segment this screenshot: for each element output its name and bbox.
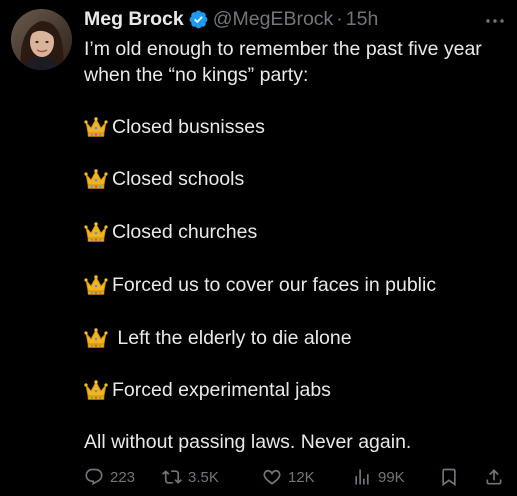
separator-dot: · (336, 8, 343, 30)
list-item-text: Forced us to cover our faces in public (112, 274, 437, 296)
action-bar: 223 3.5K 12K 99K (84, 465, 510, 489)
views-chart-icon (355, 469, 369, 485)
bookmark-button[interactable] (439, 465, 459, 489)
tweet-intro: I’m old enough to remember the past five… (84, 36, 482, 88)
list-item: Closed busnisses (84, 113, 265, 141)
like-button[interactable]: 12K (262, 465, 315, 489)
tweet: Meg Brock @MegEBrock · 15h I’m old enoug… (0, 0, 517, 496)
verified-badge-icon[interactable] (188, 9, 209, 30)
view-count: 99K (378, 468, 405, 486)
crown-icon (84, 327, 108, 349)
display-name[interactable]: Meg Brock (84, 6, 184, 32)
reply-count: 223 (110, 468, 136, 486)
reply-button[interactable]: 223 (84, 465, 135, 489)
reply-icon (85, 468, 103, 486)
views-button[interactable]: 99K (352, 465, 405, 489)
crown-icon (84, 168, 108, 190)
avatar[interactable] (11, 9, 72, 70)
list-item: Forced us to cover our faces in public (84, 271, 436, 299)
intro-line: when the “no kings” party: (84, 64, 309, 86)
crown-icon (84, 116, 108, 138)
repost-count: 3.5K (188, 468, 219, 486)
list-item-text: Closed busnisses (112, 116, 265, 138)
like-count: 12K (288, 468, 315, 486)
tweet-header: Meg Brock @MegEBrock · 15h (84, 6, 378, 32)
share-button[interactable] (484, 465, 504, 489)
crown-icon (84, 274, 108, 296)
tweet-closing-line: All without passing laws. Never again. (84, 431, 412, 453)
timestamp[interactable]: 15h (346, 6, 379, 32)
heart-icon (263, 469, 281, 485)
crown-icon (84, 221, 108, 243)
list-item: Forced experimental jabs (84, 376, 331, 404)
list-item-text: Forced experimental jabs (112, 379, 331, 401)
list-item-text: Closed schools (112, 168, 245, 190)
crown-icon (84, 379, 108, 401)
avatar-image (11, 9, 72, 70)
list-item: Closed schools (84, 165, 244, 193)
list-item: Closed churches (84, 218, 257, 246)
share-icon (486, 469, 502, 485)
user-handle[interactable]: @MegEBrock (213, 6, 334, 32)
list-item-text: Closed churches (112, 221, 258, 243)
bookmark-icon (442, 468, 456, 487)
list-item: Left the elderly to die alone (84, 324, 352, 352)
repost-icon (162, 470, 182, 484)
more-options-icon[interactable] (484, 12, 506, 23)
repost-button[interactable]: 3.5K (162, 465, 219, 489)
intro-line: I’m old enough to remember the past five… (84, 38, 482, 60)
list-item-text: Left the elderly to die alone (112, 327, 352, 349)
